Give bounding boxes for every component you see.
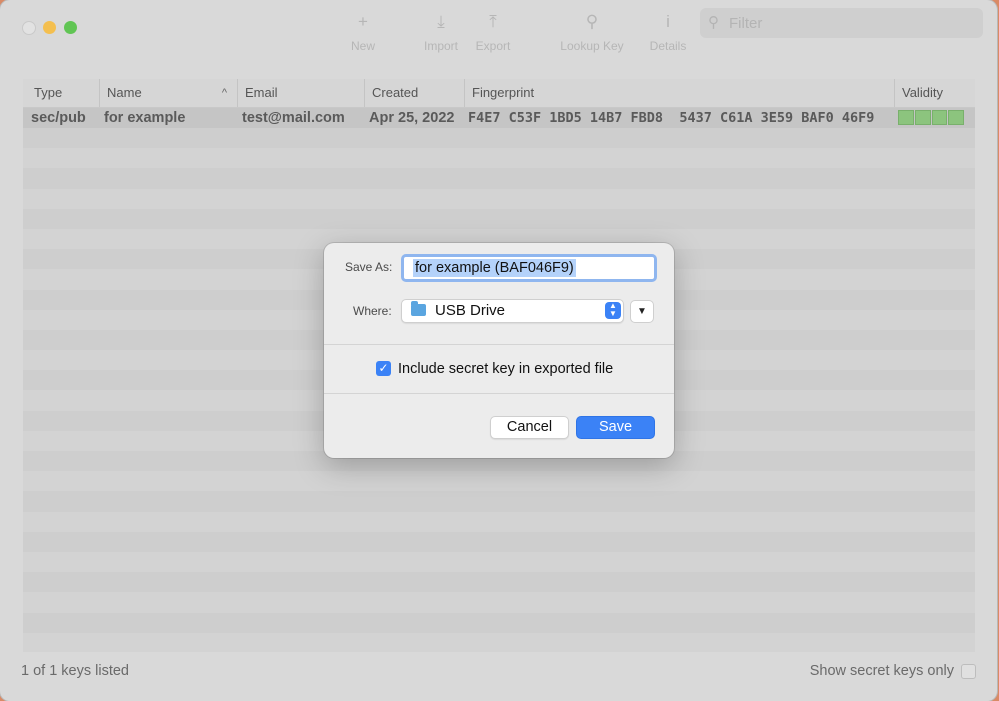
cell-fingerprint: F4E7 C53F 1BD5 14B7 FBD8 5437 C61A 3E59 … (468, 110, 875, 126)
toolbar: + New ⤓ Import ⤒ Export ⚲ Lookup Key i D… (0, 0, 997, 60)
chevron-down-icon: ▼ (637, 306, 647, 317)
filter-placeholder: Filter (729, 15, 763, 32)
close-window-button[interactable] (22, 21, 36, 35)
cell-email: test@mail.com (242, 110, 345, 126)
include-secret-key-label: Include secret key in exported file (398, 361, 614, 377)
save-as-field[interactable]: for example (BAF046F9) (401, 254, 657, 282)
validity-segment (931, 110, 948, 125)
validity-indicator (898, 110, 964, 125)
empty-table-row (23, 531, 975, 552)
column-header-type[interactable]: Type (27, 79, 99, 107)
empty-table-row (23, 512, 975, 532)
filter-search-field[interactable]: ⚲ Filter (700, 8, 983, 38)
column-header-fingerprint[interactable]: Fingerprint (464, 79, 894, 107)
empty-table-row (23, 128, 975, 149)
keys-count-status: 1 of 1 keys listed (21, 663, 129, 679)
empty-table-row (23, 189, 975, 209)
include-secret-key-checkbox[interactable]: ✓ (376, 361, 391, 376)
info-icon: i (666, 12, 670, 31)
chevron-updown-icon: ▲ ▼ (605, 302, 621, 319)
save-as-label: Save As: (345, 260, 393, 274)
expand-dialog-button[interactable]: ▼ (630, 300, 654, 323)
where-location-select[interactable]: USB Drive ▲ ▼ (401, 299, 624, 323)
show-secret-keys-label: Show secret keys only (809, 663, 954, 679)
empty-table-row (23, 633, 975, 652)
save-button[interactable]: Save (576, 416, 655, 439)
new-label: New (350, 39, 375, 53)
empty-table-row (23, 552, 975, 572)
divider (324, 344, 674, 345)
new-button[interactable]: + New (328, 10, 398, 53)
plus-icon: + (358, 12, 368, 31)
validity-segment (948, 110, 964, 125)
cell-type: sec/pub (31, 110, 86, 126)
checkmark-icon: ✓ (378, 361, 389, 375)
folder-icon (411, 301, 426, 316)
minimize-window-button[interactable] (43, 21, 56, 34)
maximize-window-button[interactable] (64, 21, 77, 34)
lookup-key-label: Lookup Key (560, 39, 624, 53)
where-label: Where: (353, 304, 392, 318)
column-header-created[interactable]: Created (364, 79, 464, 107)
table-header: Type Name ^ Email Created Fingerprint Va… (23, 79, 975, 108)
sort-ascending-icon: ^ (221, 87, 227, 99)
empty-table-row (23, 208, 975, 229)
column-header-name-label: Name (107, 85, 142, 100)
cell-created: Apr 25, 2022 (369, 110, 455, 126)
empty-table-row (23, 168, 975, 189)
empty-table-row (23, 572, 975, 593)
empty-table-row (23, 471, 975, 491)
lookup-key-button[interactable]: ⚲ Lookup Key (549, 10, 635, 53)
details-button[interactable]: i Details (633, 10, 703, 53)
export-label: Export (475, 39, 511, 53)
column-header-email[interactable]: Email (237, 79, 364, 107)
empty-table-row (23, 612, 975, 633)
where-value: USB Drive (435, 302, 506, 319)
export-icon: ⤒ (489, 12, 497, 31)
details-label: Details (649, 39, 687, 53)
empty-table-row (23, 491, 975, 512)
empty-table-row (23, 592, 975, 612)
cell-name: for example (104, 110, 186, 126)
search-icon: ⚲ (708, 14, 719, 31)
main-window: + New ⤓ Import ⤒ Export ⚲ Lookup Key i D… (0, 0, 997, 701)
cancel-button[interactable]: Cancel (490, 416, 569, 439)
export-save-dialog: Save As: for example (BAF046F9) Where: U… (324, 243, 674, 458)
export-button[interactable]: ⤒ Export (458, 10, 528, 53)
validity-segment (914, 110, 931, 125)
validity-segment (898, 110, 914, 125)
search-icon: ⚲ (585, 12, 599, 31)
save-as-value: for example (BAF046F9) (413, 259, 576, 277)
column-header-name[interactable]: Name ^ (99, 79, 237, 107)
empty-table-row (23, 148, 975, 168)
divider (324, 393, 674, 394)
show-secret-keys-checkbox[interactable] (961, 664, 976, 679)
table-row[interactable]: sec/pub for example test@mail.com Apr 25… (23, 108, 975, 128)
column-header-validity[interactable]: Validity (894, 79, 975, 107)
